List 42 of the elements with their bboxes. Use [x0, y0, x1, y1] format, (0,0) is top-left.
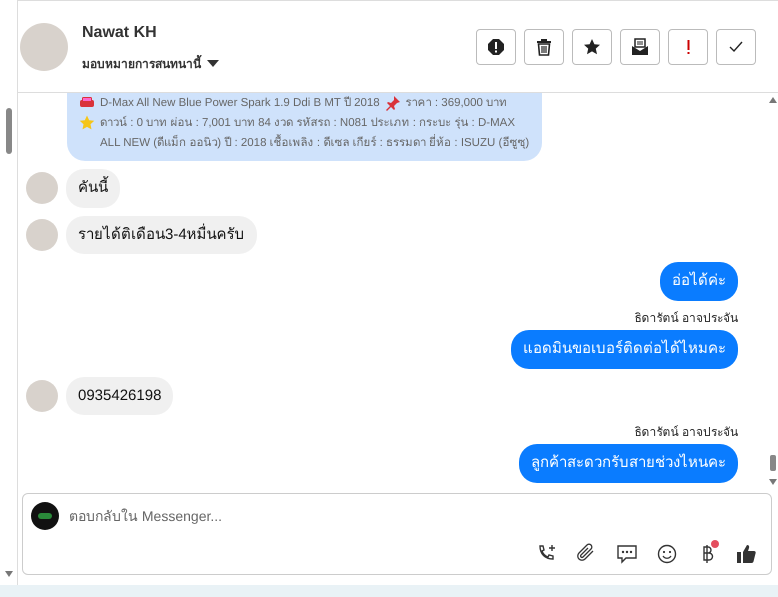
trash-button[interactable] — [524, 28, 564, 64]
report-button[interactable] — [476, 28, 516, 64]
message-text: ดาวน์ : 0 บาท ผ่อน : 7,001 บาท 84 งวด รหัสรถ : N081 ประเภท : กระบะ รุ่น : D-MAX ALL NEW (ดีแม็ก ออนิว) ปี : 2018 เชื้อเพลิง : ดีเซล เกียร์ : ธรรมดา ยี่ห้อ : ISUZU (อีซูซุ) — [100, 114, 530, 151]
smiley-button[interactable] — [655, 542, 679, 566]
sender-name: ธิดารัตน์ อาจประจัน — [634, 310, 738, 328]
message-bubble: แอดมินขอเบอร์ติดต่อได้ไหมคะ — [511, 330, 738, 369]
mail-button[interactable] — [620, 28, 660, 64]
avatar — [20, 22, 68, 70]
star-icon — [583, 38, 601, 56]
pushpin-icon — [384, 95, 401, 111]
scroll-down-icon[interactable] — [4, 571, 12, 577]
chat-icon — [616, 543, 638, 565]
message-bubble: รายได้ติเดือน3-4หมื่นครับ — [66, 216, 257, 254]
message-text: ราคา : 369,000 บาท — [406, 96, 508, 111]
scroll-down-icon[interactable] — [769, 479, 777, 485]
page-logo-icon — [31, 502, 59, 530]
message-bubble: อ่อได้ค่ะ — [660, 262, 738, 301]
message-text: D-Max All New Blue Power Spark 1.9 Ddi B MT ปี 2018 — [100, 95, 380, 111]
message-bubble: 0935426198 — [66, 376, 174, 416]
scrollbar-thumb[interactable] — [6, 108, 12, 154]
smiley-icon — [656, 543, 678, 565]
notification-dot — [711, 540, 719, 548]
mail-icon — [631, 38, 649, 56]
thumbs-up-icon — [736, 543, 758, 565]
reply-field[interactable]: ตอบกลับใน Messenger... — [22, 493, 772, 575]
avatar — [26, 172, 58, 204]
report-icon — [487, 38, 505, 56]
assign-label[interactable]: มอบหมายการสนทนานี้ — [82, 54, 201, 72]
avatar — [26, 380, 58, 412]
contact-name: Nawat KH — [82, 22, 158, 42]
scrollbar-thumb[interactable] — [770, 455, 776, 471]
star-icon — [79, 115, 95, 131]
check-button[interactable] — [716, 28, 756, 64]
scroll-up-icon[interactable] — [769, 97, 777, 103]
avatar — [26, 219, 58, 252]
exclamation-icon — [686, 40, 690, 54]
message-bubble: ลูกค้าสะดวกรับสายช่วงไหนคะ — [519, 444, 738, 483]
message-bubble: คันนี้ — [66, 169, 120, 208]
sender-name: ธิดารัตน์ อาจประจัน — [634, 424, 738, 442]
trash-icon — [535, 38, 553, 56]
caret-icon[interactable] — [207, 60, 219, 68]
star-button[interactable] — [572, 28, 612, 64]
